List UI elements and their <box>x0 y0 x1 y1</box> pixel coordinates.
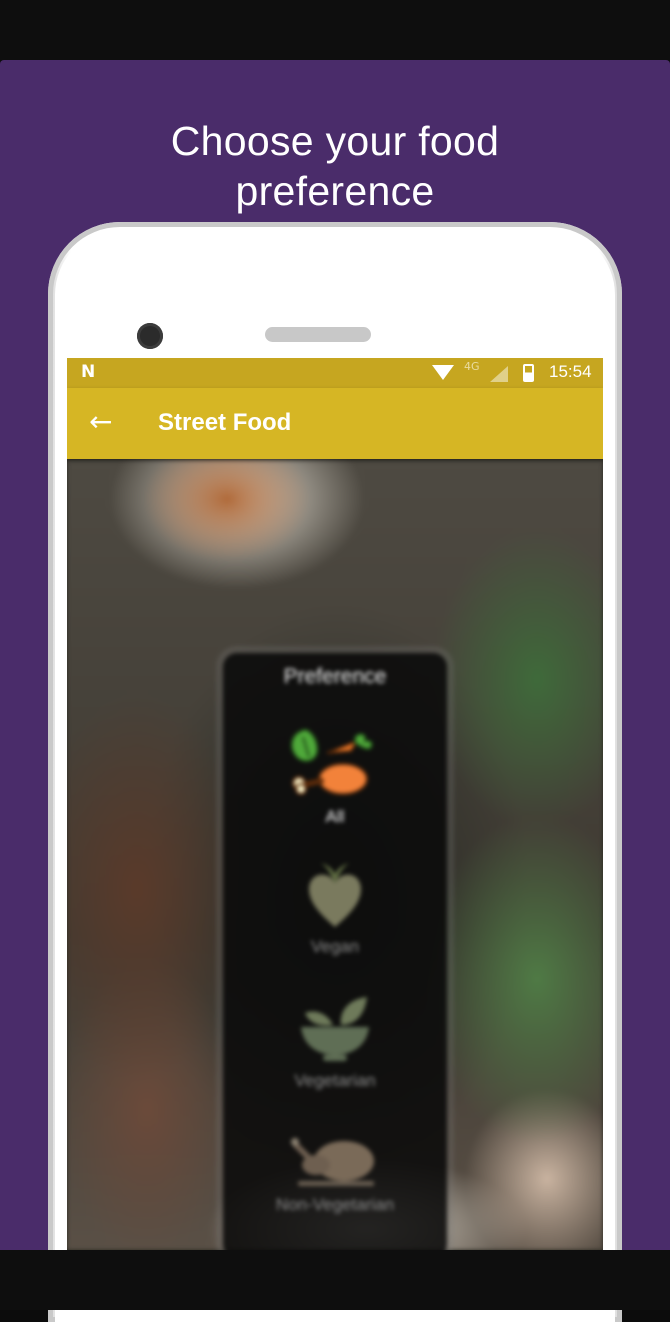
wifi-icon <box>432 365 454 380</box>
blurred-food-background: Preference All Vegan Vegetarian Non-Vege… <box>67 459 603 1250</box>
back-arrow-icon[interactable]: ← <box>89 406 112 438</box>
option-vegetarian-label: Vegetarian <box>294 1071 376 1090</box>
option-non-vegetarian-label: Non-Vegetarian <box>275 1195 395 1214</box>
option-vegan-label: Vegan <box>310 937 360 956</box>
status-bar: N 4G 15:54 <box>67 358 603 388</box>
option-vegan[interactable]: Vegan <box>223 861 447 957</box>
earpiece-speaker <box>265 327 371 342</box>
option-non-vegetarian[interactable]: Non-Vegetarian <box>223 1127 447 1215</box>
option-all-label: All <box>325 807 345 826</box>
front-camera <box>137 323 163 349</box>
status-time: 15:54 <box>549 362 592 381</box>
app-title: Street Food <box>158 409 292 436</box>
option-all[interactable]: All <box>223 725 447 827</box>
top-black-bar <box>0 0 670 60</box>
battery-icon <box>523 364 534 382</box>
notification-icon: N <box>81 362 96 382</box>
preference-dialog: Preference All Vegan Vegetarian Non-Vege… <box>223 653 447 1250</box>
roast-chicken-icon <box>291 1138 374 1186</box>
option-vegetarian[interactable]: Vegetarian <box>223 993 447 1091</box>
bottom-black-bar <box>0 1250 670 1310</box>
dialog-title: Preference <box>283 665 387 688</box>
vegan-heart-icon <box>309 863 361 927</box>
phone-screen: N 4G 15:54 ← Street Food Preference All … <box>67 358 603 1250</box>
promo-headline: Choose your food preference <box>170 118 500 214</box>
mixed-food-icon <box>290 728 373 795</box>
network-type: 4G <box>464 360 480 373</box>
vegetarian-bowl-icon <box>301 997 369 1061</box>
app-bar: ← Street Food <box>67 388 603 459</box>
signal-icon <box>490 366 508 382</box>
